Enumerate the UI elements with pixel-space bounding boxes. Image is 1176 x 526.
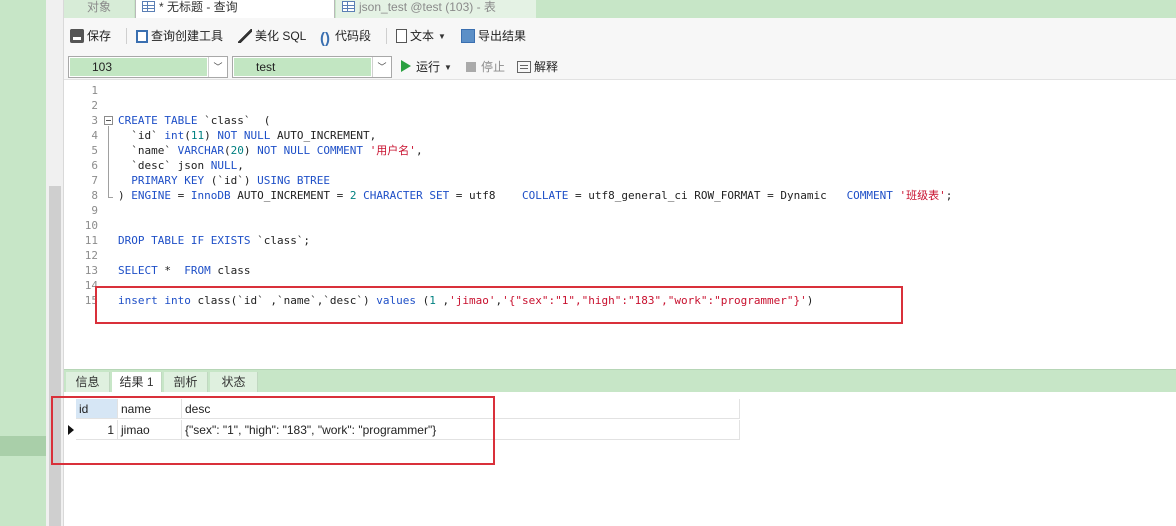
connection-select-value: 103 [70, 58, 207, 76]
line-number: 7 [91, 174, 98, 187]
tab-json-test-table[interactable]: json_test @test (103) - 表 [336, 0, 536, 18]
toolbar-divider [386, 28, 387, 44]
chevron-down-icon[interactable]: ▼ [444, 59, 452, 77]
save-button[interactable]: 保存 [70, 27, 111, 45]
chevron-down-icon[interactable]: ﹀ [208, 57, 227, 77]
stop-button[interactable]: 停止 [466, 58, 505, 76]
connection-select[interactable]: 103 ﹀ [68, 56, 228, 78]
beautify-sql-button[interactable]: 美化 SQL [238, 27, 306, 45]
code-line-4: `id` int(11) NOT NULL AUTO_INCREMENT, [118, 129, 377, 142]
line-number: 15 [84, 294, 98, 307]
code-line-8: ) ENGINE = InnoDB AUTO_INCREMENT = 2 CHA… [118, 189, 953, 202]
tab-untitled-query[interactable]: * 无标题 - 查询 [135, 0, 335, 18]
tab-bar: 对象 * 无标题 - 查询 json_test @test (103) - 表 [64, 0, 1176, 18]
highlight-box-result-row [51, 396, 495, 465]
tab-profile[interactable]: 剖析 [164, 372, 208, 393]
query-builder-icon [136, 30, 148, 43]
connection-bar: 103 ﹀ test ﹀ 运行 ▼ 停止 解释 [64, 54, 1176, 80]
left-scrollbar-thumb[interactable] [49, 186, 61, 526]
export-icon [461, 29, 475, 43]
stop-icon [466, 62, 476, 72]
line-number: 1 [91, 84, 98, 97]
query-builder-label: 查询创建工具 [151, 29, 224, 43]
line-number: 3 [91, 114, 98, 127]
save-icon [70, 29, 84, 43]
parentheses-icon: () [320, 30, 330, 47]
query-table-icon [142, 1, 155, 12]
tab-result-1[interactable]: 结果 1 [112, 372, 162, 393]
play-icon [401, 60, 411, 72]
code-line-13: SELECT * FROM class [118, 264, 251, 277]
stop-label: 停止 [481, 60, 506, 74]
toolbar-divider [126, 28, 127, 44]
line-number: 12 [84, 249, 98, 262]
save-label: 保存 [87, 29, 112, 43]
code-line-3: CREATE TABLE `class` ( [118, 114, 271, 127]
code-line-11: DROP TABLE IF EXISTS `class`; [118, 234, 311, 247]
fold-column [102, 81, 116, 369]
fold-guide-end [108, 197, 113, 198]
table-icon [342, 1, 355, 12]
line-number: 6 [91, 159, 98, 172]
line-number-gutter: 1 2 3 4 5 6 7 8 9 10 11 12 13 14 15 [64, 81, 102, 369]
line-number: 8 [91, 189, 98, 202]
beautify-sql-label: 美化 SQL [255, 29, 307, 43]
chevron-down-icon[interactable]: ﹀ [372, 57, 391, 77]
fold-guide [108, 126, 109, 197]
code-line-6: `desc` json NULL, [118, 159, 244, 172]
highlight-box-insert-statement [95, 286, 903, 324]
code-line-7: PRIMARY KEY (`id`) USING BTREE [131, 174, 330, 187]
result-tab-bar: 信息 结果 1 剖析 状态 [64, 369, 1176, 393]
tab-json-test-table-label: json_test @test (103) - 表 [359, 0, 496, 14]
code-snippet-label: 代码段 [335, 29, 372, 43]
run-button[interactable]: 运行 ▼ [401, 58, 452, 76]
text-label: 文本 [410, 29, 435, 43]
export-results-label: 导出结果 [478, 29, 527, 43]
run-label: 运行 [416, 60, 441, 74]
explain-icon [517, 61, 531, 73]
chevron-down-icon: ▼ [438, 32, 446, 41]
line-number: 5 [91, 144, 98, 157]
tab-untitled-query-label: * 无标题 - 查询 [159, 0, 238, 14]
explain-label: 解释 [534, 60, 559, 74]
query-toolbar: 保存 查询创建工具 美化 SQL () 代码段 文本 ▼ 导出结果 [64, 18, 1176, 54]
tab-objects[interactable]: 对象 [64, 0, 134, 18]
export-results-button[interactable]: 导出结果 [461, 27, 526, 45]
code-line-5: `name` VARCHAR(20) NOT NULL COMMENT '用户名… [118, 144, 423, 157]
code-snippet-button[interactable]: () 代码段 [318, 27, 372, 47]
text-button[interactable]: 文本 ▼ [396, 27, 446, 45]
line-number: 2 [91, 99, 98, 112]
tab-info[interactable]: 信息 [66, 372, 110, 393]
line-number: 9 [91, 204, 98, 217]
line-number: 10 [84, 219, 98, 232]
fold-toggle-icon[interactable] [104, 116, 113, 125]
explain-button[interactable]: 解释 [517, 58, 558, 76]
left-panel-stripe [0, 436, 46, 456]
line-number: 4 [91, 129, 98, 142]
line-number: 11 [84, 234, 98, 247]
document-icon [396, 29, 407, 43]
database-select[interactable]: test ﹀ [232, 56, 392, 78]
sql-editor[interactable]: 1 2 3 4 5 6 7 8 9 10 11 12 13 14 15 CREATE TABLE `clas… [64, 81, 1176, 369]
line-number: 13 [84, 264, 98, 277]
line-number: 14 [84, 279, 98, 292]
database-select-value: test [234, 58, 371, 76]
tab-status[interactable]: 状态 [210, 372, 258, 393]
magic-wand-icon [238, 29, 252, 43]
query-builder-button[interactable]: 查询创建工具 [136, 27, 223, 45]
left-panel-strip [0, 0, 46, 526]
